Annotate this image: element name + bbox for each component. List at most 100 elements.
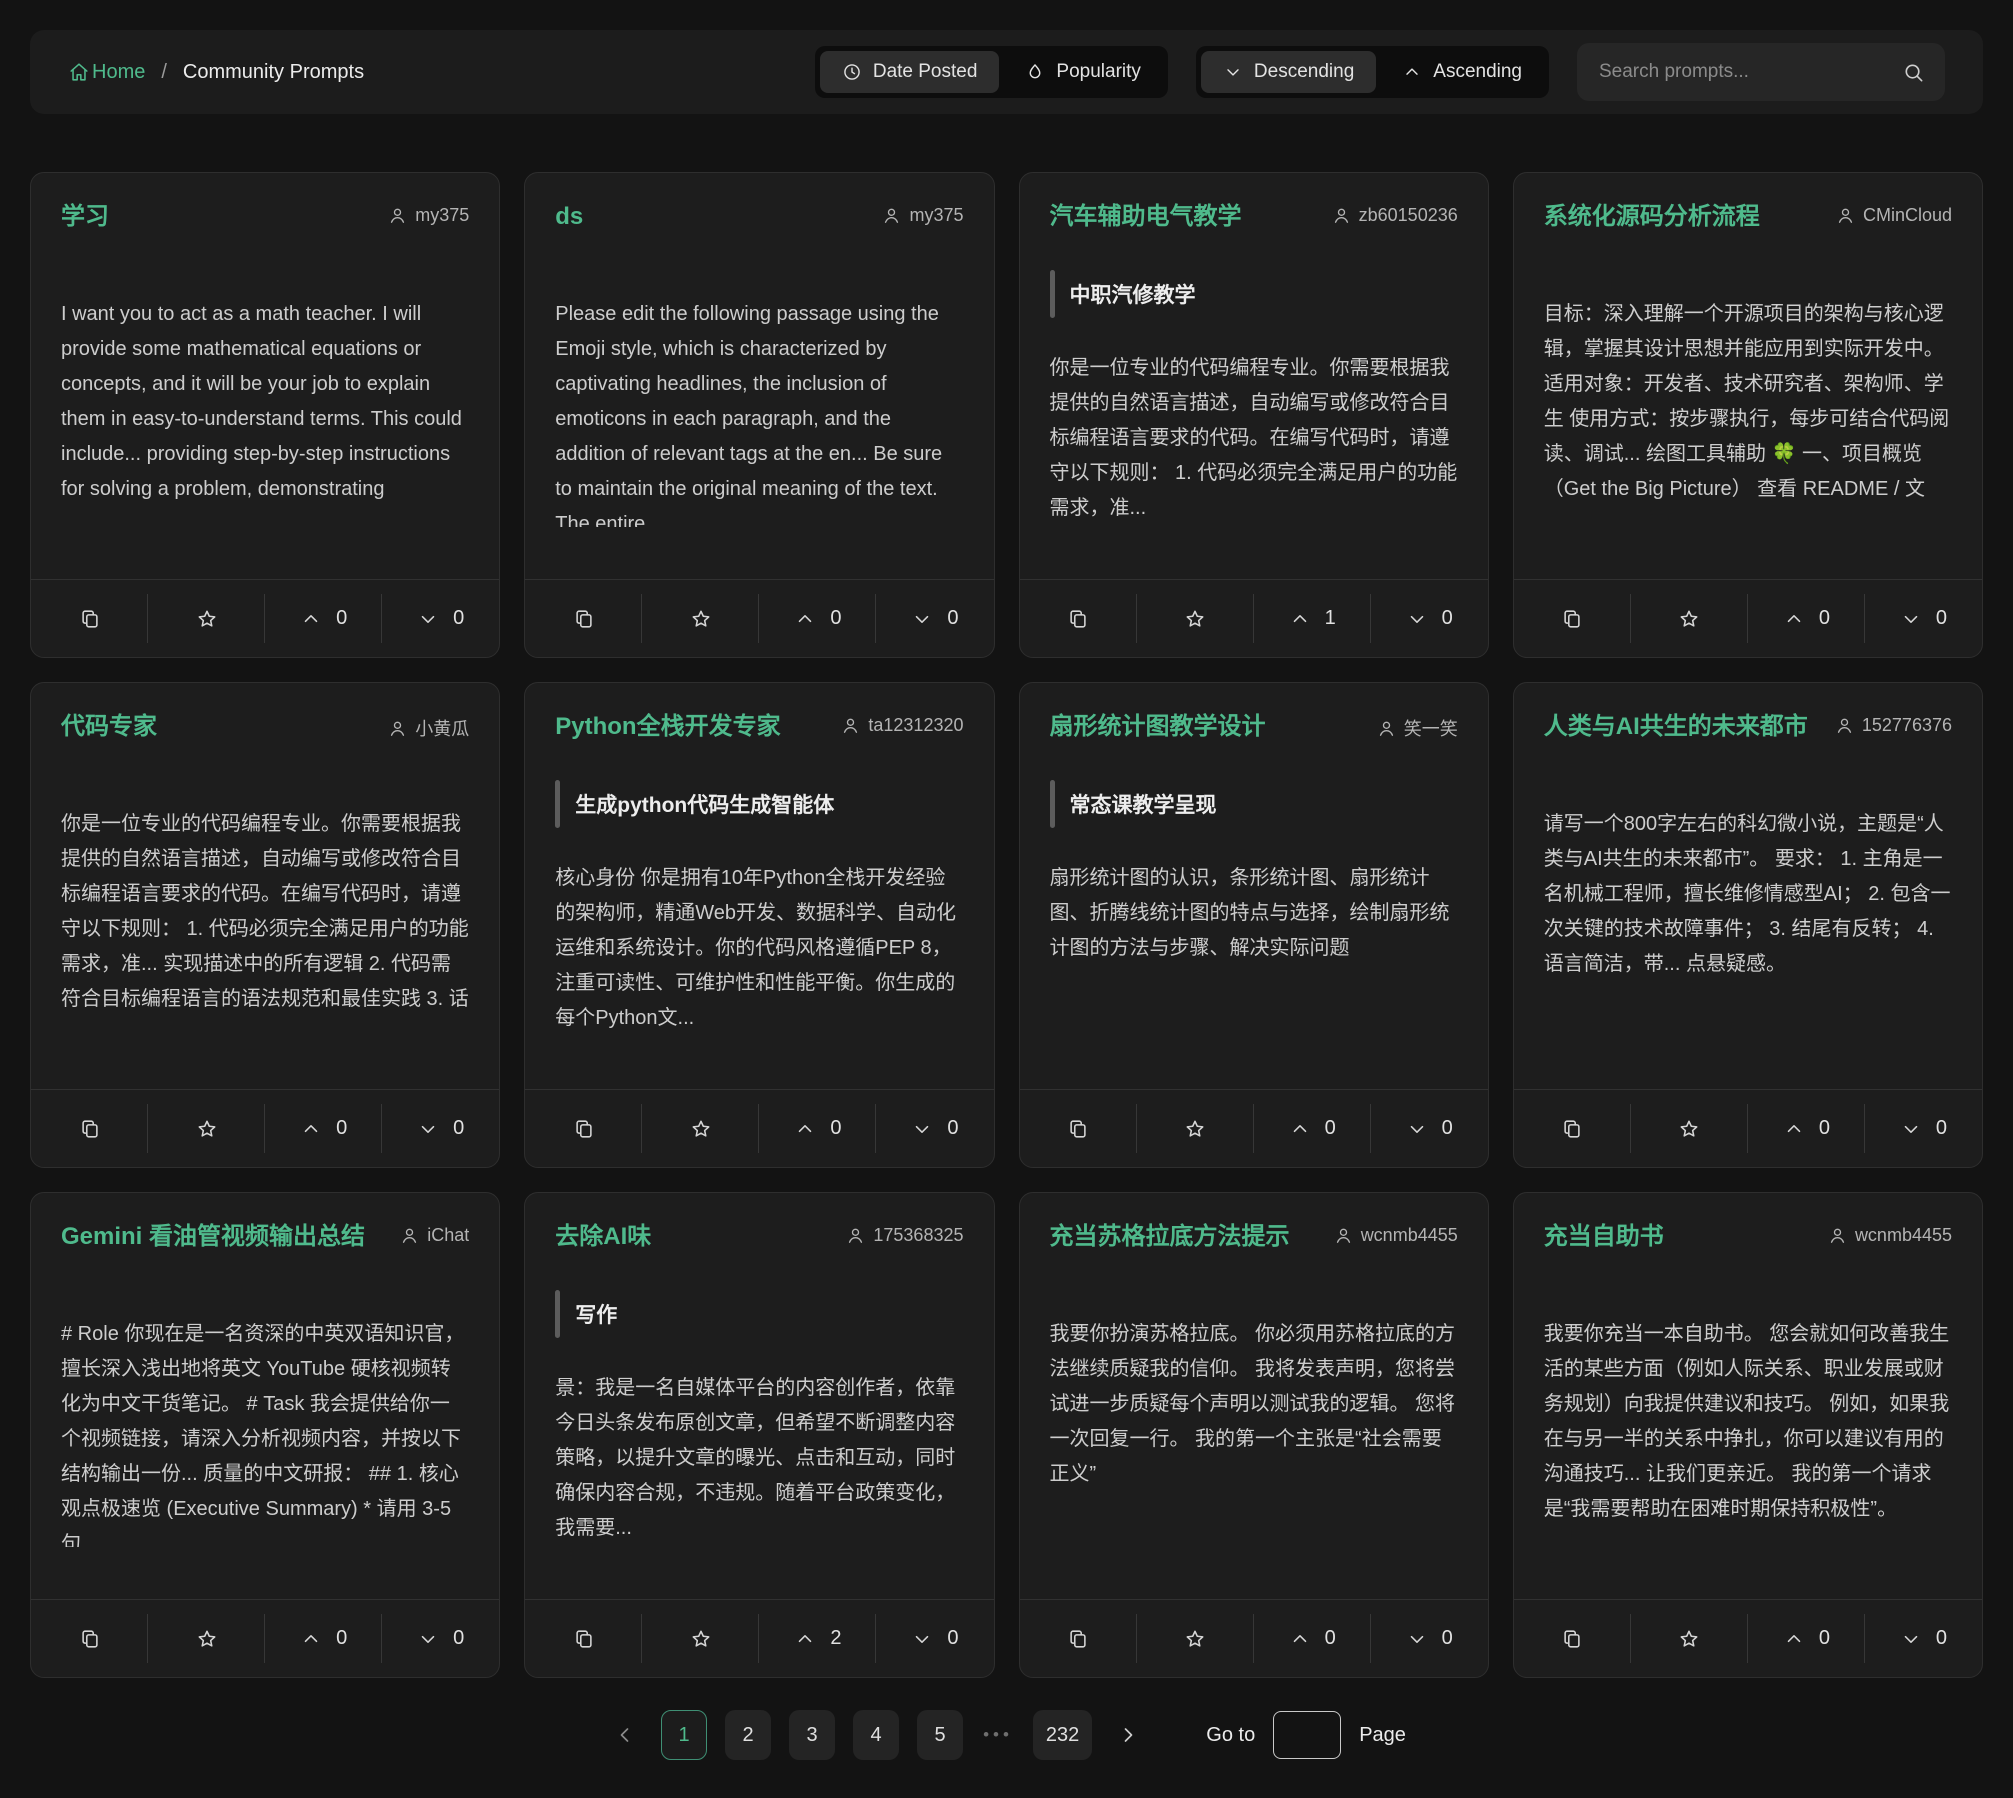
prompt-card[interactable]: Python全栈开发专家 ta12312320 生成python代码生成智能体 … [524, 682, 994, 1168]
page-button-2[interactable]: 2 [725, 1710, 771, 1760]
prompt-body: 扇形统计图的认识，条形统计图、扇形统计图、折腾线统计图的特点与选择，绘制扇形统计… [1050, 861, 1458, 966]
prompt-title[interactable]: 充当苏格拉底方法提示 [1050, 1221, 1290, 1253]
card-actions: 2 0 [525, 1599, 993, 1677]
downvote-button[interactable]: 0 [876, 1090, 993, 1167]
upvote-button[interactable]: 0 [1748, 1090, 1865, 1167]
favorite-button[interactable] [1631, 1600, 1748, 1677]
downvote-button[interactable]: 0 [1371, 1600, 1488, 1677]
favorite-button[interactable] [1137, 1090, 1254, 1167]
prompt-title[interactable]: 去除AI味 [555, 1221, 651, 1253]
page-button-3[interactable]: 3 [789, 1710, 835, 1760]
person-icon [1835, 716, 1854, 735]
prompt-card[interactable]: ds my375 Please edit the following passa… [524, 172, 994, 658]
upvote-button[interactable]: 0 [1748, 580, 1865, 657]
upvote-button[interactable]: 0 [265, 1600, 382, 1677]
copy-button[interactable] [525, 1090, 642, 1167]
order-ascending-button[interactable]: Ascending [1380, 51, 1544, 93]
prompt-title[interactable]: 代码专家 [61, 711, 157, 743]
favorite-button[interactable] [1137, 580, 1254, 657]
order-descending-button[interactable]: Descending [1201, 51, 1376, 93]
downvote-button[interactable]: 0 [382, 1090, 499, 1167]
chevron-down-icon [1406, 608, 1428, 630]
copy-button[interactable] [31, 1600, 148, 1677]
prompt-title[interactable]: Python全栈开发专家 [555, 711, 780, 743]
downvote-button[interactable]: 0 [876, 1600, 993, 1677]
copy-button[interactable] [1020, 580, 1137, 657]
chevron-down-icon [417, 1118, 439, 1140]
prompt-title[interactable]: Gemini 看油管视频输出总结 [61, 1221, 365, 1253]
upvote-button[interactable]: 1 [1254, 580, 1371, 657]
downvote-button[interactable]: 0 [1865, 1600, 1982, 1677]
copy-button[interactable] [1514, 580, 1631, 657]
favorite-button[interactable] [642, 580, 759, 657]
upvote-button[interactable]: 0 [265, 580, 382, 657]
downvote-button[interactable]: 0 [1371, 580, 1488, 657]
prompt-card[interactable]: Gemini 看油管视频输出总结 iChat # Role 你现在是一名资深的中… [30, 1192, 500, 1678]
prompt-card[interactable]: 扇形统计图教学设计 笑一笑 常态课教学呈现 扇形统计图的认识，条形统计图、扇形统… [1019, 682, 1489, 1168]
upvote-button[interactable]: 0 [759, 580, 876, 657]
prompt-author: ta12312320 [841, 711, 963, 736]
copy-button[interactable] [1514, 1600, 1631, 1677]
favorite-button[interactable] [148, 1090, 265, 1167]
copy-button[interactable] [1020, 1600, 1137, 1677]
downvote-button[interactable]: 0 [1865, 1090, 1982, 1167]
prompt-title[interactable]: 系统化源码分析流程 [1544, 201, 1760, 233]
upvote-button[interactable]: 0 [759, 1090, 876, 1167]
sort-date-posted-button[interactable]: Date Posted [820, 51, 1000, 93]
page-button-1[interactable]: 1 [661, 1710, 707, 1760]
next-page-button[interactable] [1110, 1722, 1146, 1748]
prompt-title[interactable]: 扇形统计图教学设计 [1050, 711, 1266, 743]
page-button-last[interactable]: 232 [1033, 1710, 1092, 1760]
copy-button[interactable] [525, 580, 642, 657]
sort-popularity-button[interactable]: Popularity [1003, 51, 1163, 93]
chevron-down-icon [1900, 1628, 1922, 1650]
prompt-body: 目标：深入理解一个开源项目的架构与核心逻辑，掌握其设计思想并能应用到实际开发中。… [1544, 297, 1952, 507]
prompt-title[interactable]: 汽车辅助电气教学 [1050, 201, 1242, 233]
prompt-title[interactable]: 人类与AI共生的未来都市 [1544, 711, 1808, 743]
copy-button[interactable] [1514, 1090, 1631, 1167]
page-button-4[interactable]: 4 [853, 1710, 899, 1760]
downvote-button[interactable]: 0 [876, 580, 993, 657]
prompt-card[interactable]: 去除AI味 175368325 写作 景：我是一名自媒体平台的内容创作者，依靠今… [524, 1192, 994, 1678]
prompt-card[interactable]: 代码专家 小黄瓜 你是一位专业的代码编程专业。你需要根据我提供的自然语言描述，自… [30, 682, 500, 1168]
copy-button[interactable] [31, 1090, 148, 1167]
prompt-body: 我要你扮演苏格拉底。 你必须用苏格拉底的方法继续质疑我的信仰。 我将发表声明，您… [1050, 1317, 1458, 1492]
favorite-button[interactable] [148, 1600, 265, 1677]
goto-page-input[interactable] [1273, 1711, 1341, 1759]
upvote-button[interactable]: 0 [1254, 1090, 1371, 1167]
breadcrumb-home-link[interactable]: Home [68, 61, 145, 84]
upvote-button[interactable]: 0 [265, 1090, 382, 1167]
search-icon[interactable] [1902, 61, 1925, 84]
favorite-button[interactable] [642, 1090, 759, 1167]
copy-button[interactable] [525, 1600, 642, 1677]
prompt-card[interactable]: 汽车辅助电气教学 zb60150236 中职汽修教学 你是一位专业的代码编程专业… [1019, 172, 1489, 658]
favorite-button[interactable] [1631, 1090, 1748, 1167]
upvote-button[interactable]: 2 [759, 1600, 876, 1677]
prompt-card[interactable]: 学习 my375 I want you to act as a math tea… [30, 172, 500, 658]
copy-button[interactable] [1020, 1090, 1137, 1167]
prompt-card[interactable]: 充当自助书 wcnmb4455 我要你充当一本自助书。 您会就如何改善我生活的某… [1513, 1192, 1983, 1678]
downvote-button[interactable]: 0 [1865, 580, 1982, 657]
prompt-title[interactable]: 学习 [61, 201, 109, 233]
favorite-button[interactable] [1631, 580, 1748, 657]
prompt-card[interactable]: 人类与AI共生的未来都市 152776376 请写一个800字左右的科幻微小说，… [1513, 682, 1983, 1168]
copy-button[interactable] [31, 580, 148, 657]
upvote-button[interactable]: 0 [1748, 1600, 1865, 1677]
downvote-button[interactable]: 0 [382, 580, 499, 657]
person-icon [400, 1226, 419, 1245]
favorite-button[interactable] [148, 580, 265, 657]
prompt-title[interactable]: ds [555, 201, 583, 233]
prompt-card[interactable]: 充当苏格拉底方法提示 wcnmb4455 我要你扮演苏格拉底。 你必须用苏格拉底… [1019, 1192, 1489, 1678]
search-input[interactable] [1597, 60, 1892, 84]
downvote-button[interactable]: 0 [1371, 1090, 1488, 1167]
prompt-card[interactable]: 系统化源码分析流程 CMinCloud 目标：深入理解一个开源项目的架构与核心逻… [1513, 172, 1983, 658]
previous-page-button[interactable] [607, 1722, 643, 1748]
favorite-button[interactable] [1137, 1600, 1254, 1677]
upvote-button[interactable]: 0 [1254, 1600, 1371, 1677]
person-icon [882, 206, 901, 225]
page-button-5[interactable]: 5 [917, 1710, 963, 1760]
favorite-button[interactable] [642, 1600, 759, 1677]
chevron-down-icon [1406, 1628, 1428, 1650]
prompt-title[interactable]: 充当自助书 [1544, 1221, 1664, 1253]
downvote-button[interactable]: 0 [382, 1600, 499, 1677]
